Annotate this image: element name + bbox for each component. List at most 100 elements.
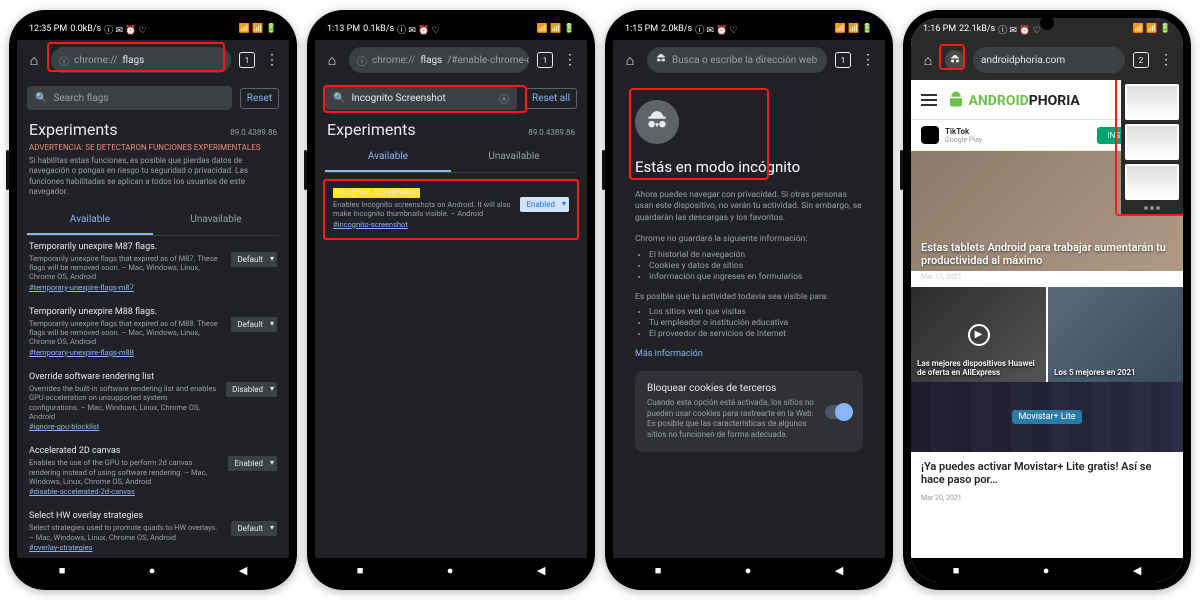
list-item: Cookies y datos de sitios — [649, 261, 863, 271]
hamburger-icon[interactable] — [921, 94, 937, 106]
nav-home-icon[interactable]: ● — [1043, 564, 1050, 577]
tab-available[interactable]: Available — [325, 143, 451, 172]
search-flags-input[interactable]: 🔍 Incognito Screenshot ⓧ — [325, 86, 517, 110]
flag-select[interactable]: Default — [231, 252, 277, 267]
warning-text: ADVERTENCIA: SE DETECTARON FUNCIONES EXP… — [17, 141, 289, 154]
cookie-toggle[interactable] — [825, 405, 851, 419]
nav-back-icon[interactable]: ◀ — [1133, 564, 1141, 577]
url-bar[interactable]: androidphoria.com — [973, 47, 1125, 73]
tab-unavailable[interactable]: Unavailable — [451, 143, 577, 172]
tab-switcher-button[interactable]: 2 — [1133, 52, 1149, 68]
logo-part-1: ANDROID — [968, 93, 1028, 109]
status-time: 1:13 PM — [327, 24, 360, 34]
browser-toolbar: ⌂ ⓘ chrome:// flags 1 ⋮ — [17, 40, 289, 80]
url-bar[interactable]: Busca o escribe la dirección web — [647, 47, 827, 73]
nav-home-icon[interactable]: ● — [745, 564, 752, 577]
nav-recent-icon[interactable]: ■ — [953, 564, 960, 577]
article-card[interactable]: Los 5 mejores en 2021 — [1048, 287, 1183, 382]
flag-link[interactable]: #ignore-gpu-blocklist — [29, 422, 99, 431]
tab-thumbnail[interactable] — [1125, 164, 1179, 200]
flag-link[interactable]: #temporary-unexpire-flags-m88 — [29, 348, 134, 357]
flag-link[interactable]: #overlay-strategies — [29, 543, 93, 552]
tab-available[interactable]: Available — [27, 206, 153, 235]
nav-back-icon[interactable]: ◀ — [239, 564, 247, 577]
app-icon — [921, 126, 939, 144]
info-icon: ⓘ — [59, 53, 69, 68]
page-content: 🔍 Incognito Screenshot ⓧ Reset all Exper… — [315, 80, 587, 558]
banner-movistar[interactable]: Movistar+ Lite — [911, 382, 1183, 452]
url-bar[interactable]: ⓘ chrome:// flags — [51, 47, 231, 73]
home-icon[interactable]: ⌂ — [25, 52, 43, 69]
tab-thumbnails-overlay[interactable] — [1121, 80, 1183, 214]
reset-button[interactable]: Reset — [240, 88, 279, 109]
article-title[interactable]: ¡Ya puedes activar Movistar+ Lite gratis… — [911, 452, 1183, 494]
flag-title: Temporarily unexpire M88 flags. — [29, 307, 223, 317]
status-right-icons: 📶 📶 🔋 — [1133, 24, 1171, 34]
menu-icon[interactable]: ⋮ — [263, 52, 281, 68]
phone-4: 1:16 PM 22.1kB/s ⓘ ✉ ⏰ ♡ 📶 📶 🔋 ⌂ android… — [903, 10, 1191, 590]
flag-link[interactable]: #temporary-unexpire-flags-m87 — [29, 283, 134, 292]
home-icon[interactable]: ⌂ — [323, 52, 341, 69]
clear-icon[interactable]: ⓧ — [499, 91, 509, 106]
status-icons: ⓘ ✉ ⏰ ♡ — [998, 23, 1041, 36]
menu-icon[interactable]: ⋮ — [859, 52, 877, 68]
menu-icon[interactable]: ⋮ — [1157, 52, 1175, 68]
nav-recent-icon[interactable]: ■ — [655, 564, 662, 577]
chrome-version: 89.0.4389.86 — [230, 128, 277, 137]
site-logo[interactable]: ANDROIDPHORIA — [947, 90, 1080, 109]
home-icon[interactable]: ⌂ — [621, 52, 639, 69]
flag-item: Override software rendering list Overrid… — [17, 366, 289, 441]
list-item: El historial de navegación — [649, 250, 863, 260]
reset-all-button[interactable]: Reset all — [525, 88, 577, 109]
nav-back-icon[interactable]: ◀ — [537, 564, 545, 577]
search-flags-input[interactable]: 🔍 Search flags — [27, 86, 232, 110]
status-time: 1:15 PM — [625, 24, 658, 34]
flag-select[interactable]: Default — [231, 521, 277, 536]
tab-thumbnail[interactable] — [1125, 84, 1179, 120]
flag-tabs: Available Unavailable — [325, 143, 577, 173]
logo-part-2: PHORIA — [1029, 93, 1080, 109]
article-card[interactable]: ▶ Las mejores dispositivos Huawei de ofe… — [911, 287, 1046, 382]
flag-title: Select HW overlay strategies — [29, 511, 223, 521]
list-item: Los sitios web que visitas — [649, 307, 863, 317]
tab-switcher-button[interactable]: 1 — [537, 52, 553, 68]
tab-thumbnail[interactable] — [1125, 124, 1179, 160]
flag-item: Temporarily unexpire M88 flags. Temporar… — [17, 301, 289, 366]
nav-recent-icon[interactable]: ■ — [59, 564, 66, 577]
incognito-p2: Chrome no guardará la siguiente informac… — [635, 234, 863, 245]
browser-toolbar: ⌂ ⓘ chrome://flags/#enable-chrome-duet 1… — [315, 40, 587, 80]
nav-back-icon[interactable]: ◀ — [835, 564, 843, 577]
status-icons: ⓘ ✉ ⏰ ♡ — [104, 23, 147, 36]
flag-select-enabled[interactable]: Enabled — [520, 197, 569, 212]
flag-link[interactable]: #disable-accelerated-2d-canvas — [29, 487, 135, 496]
android-navbar: ■ ● ◀ — [315, 558, 587, 582]
tab-switcher-button[interactable]: 1 — [835, 52, 851, 68]
tab-switcher-button[interactable]: 1 — [239, 52, 255, 68]
more-info-link[interactable]: Más información — [635, 349, 863, 359]
url-bar[interactable]: ⓘ chrome://flags/#enable-chrome-duet — [349, 47, 529, 73]
page-content: ANDROIDPHORIA TikTok Google Play INSTALA… — [911, 80, 1183, 558]
status-right-icons: 📶 📶 🔋 — [537, 24, 575, 34]
nav-recent-icon[interactable]: ■ — [357, 564, 364, 577]
url-host: flags — [122, 55, 144, 66]
incognito-badge-icon — [945, 50, 965, 70]
incognito-p1: Ahora puedes navegar con privacidad. Si … — [635, 190, 863, 224]
incognito-list-1: El historial de navegación Cookies y dat… — [635, 250, 863, 282]
nav-home-icon[interactable]: ● — [447, 564, 454, 577]
flag-select[interactable]: Enabled — [228, 456, 277, 471]
flag-link[interactable]: #incognito-screenshot — [333, 220, 408, 229]
status-time: 1:16 PM — [923, 24, 956, 34]
nav-home-icon[interactable]: ● — [149, 564, 156, 577]
tab-unavailable[interactable]: Unavailable — [153, 206, 279, 235]
flag-select[interactable]: Disabled — [226, 382, 277, 397]
flag-select[interactable]: Default — [231, 317, 277, 332]
url-prefix: chrome:// — [372, 55, 415, 66]
home-icon[interactable]: ⌂ — [919, 52, 937, 69]
flag-title: Override software rendering list — [29, 372, 218, 382]
phone-1: 12:35 PM 0.0kB/s ⓘ ✉ ⏰ ♡ 📶 📶 🔋 ⌂ ⓘ chrom… — [9, 10, 297, 590]
search-placeholder: Search flags — [53, 93, 108, 104]
url-prefix: chrome:// — [74, 55, 117, 66]
android-navbar: ■ ● ◀ — [613, 558, 885, 582]
description-text: Si habilitas estas funciones, es posible… — [17, 154, 289, 204]
menu-icon[interactable]: ⋮ — [561, 52, 579, 68]
